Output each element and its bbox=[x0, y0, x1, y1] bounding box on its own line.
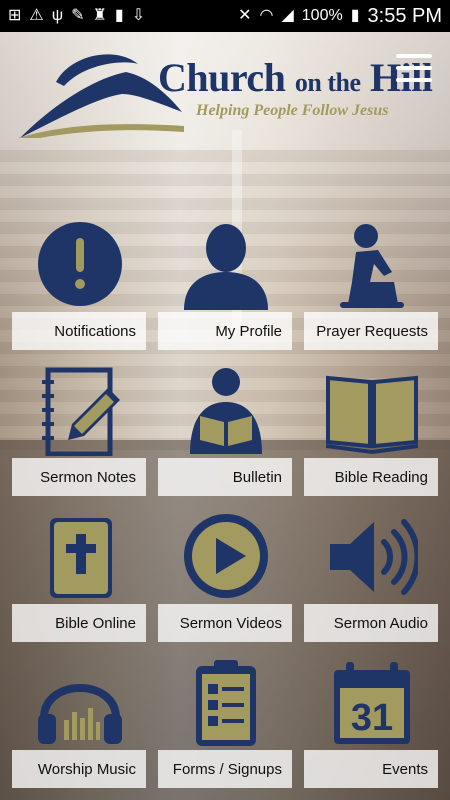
tile-sermon-audio[interactable]: Sermon Audio bbox=[304, 512, 438, 642]
bible-cross-icon bbox=[50, 518, 112, 598]
tile-worship-music[interactable]: Worship Music bbox=[12, 658, 146, 788]
warning-icon: ⚠ bbox=[29, 7, 44, 24]
keyhole-icon: ♜ bbox=[92, 7, 107, 24]
wrench-icon: ✎ bbox=[71, 7, 85, 24]
brand-tagline: Helping People Follow Jesus bbox=[196, 102, 389, 119]
hamburger-menu-button[interactable] bbox=[396, 54, 432, 82]
app-header: Church on the Hill Helping People Follow… bbox=[0, 32, 450, 147]
exclamation-circle-icon bbox=[38, 222, 122, 306]
person-icon bbox=[184, 224, 268, 310]
brand-title-onthe: on the bbox=[294, 68, 361, 97]
battery-icon: ▮ bbox=[350, 7, 360, 24]
tile-label: Sermon Notes bbox=[12, 458, 146, 496]
tile-bible-online[interactable]: Bible Online bbox=[12, 512, 146, 642]
play-circle-icon bbox=[184, 514, 268, 598]
speaker-icon bbox=[330, 519, 418, 595]
tile-label: Forms / Signups bbox=[158, 750, 292, 788]
tile-sermon-notes[interactable]: Sermon Notes bbox=[12, 366, 146, 496]
tile-label: Bible Online bbox=[12, 604, 146, 642]
tile-bulletin[interactable]: Bulletin bbox=[158, 366, 292, 496]
headphones-icon bbox=[38, 684, 122, 744]
menu-bar bbox=[396, 54, 432, 58]
notebook-pencil-icon bbox=[42, 367, 120, 456]
signal-icon: ◢ bbox=[281, 7, 294, 24]
tile-my-profile[interactable]: My Profile bbox=[158, 220, 292, 350]
wifi-icon: ◠ bbox=[259, 7, 274, 24]
status-bar: ⊞ ⚠ ψ ✎ ♜ ▮ ⇩ ✕ ◠ ◢ 100% ▮ 3:55 PM bbox=[0, 0, 450, 32]
plus-box-icon: ⊞ bbox=[8, 7, 22, 24]
tile-label: Worship Music bbox=[12, 750, 146, 788]
brand-title: Church on the Hill bbox=[158, 54, 433, 101]
tile-label: Sermon Audio bbox=[304, 604, 438, 642]
tile-label: Prayer Requests bbox=[304, 312, 438, 350]
tile-label: Notifications bbox=[12, 312, 146, 350]
tile-label: Events bbox=[304, 750, 438, 788]
tile-bible-reading[interactable]: Bible Reading bbox=[304, 366, 438, 496]
menu-bar bbox=[396, 78, 432, 82]
clock: 3:55 PM bbox=[367, 4, 442, 27]
calendar-day-text: 31 bbox=[351, 697, 393, 739]
download-icon: ⇩ bbox=[131, 7, 146, 24]
tile-label: Bulletin bbox=[158, 458, 292, 496]
sd-card-icon: ▮ bbox=[114, 7, 124, 24]
tile-label: Bible Reading bbox=[304, 458, 438, 496]
usb-icon: ψ bbox=[51, 7, 64, 24]
mute-icon: ✕ bbox=[238, 7, 252, 24]
tile-forms-signups[interactable]: Forms / Signups bbox=[158, 658, 292, 788]
open-book-icon bbox=[326, 375, 418, 455]
tile-notifications[interactable]: Notifications bbox=[12, 220, 146, 350]
battery-percent: 100% bbox=[301, 7, 343, 24]
clipboard-checklist-icon bbox=[196, 660, 256, 746]
tile-prayer-requests[interactable]: Prayer Requests bbox=[304, 220, 438, 350]
calendar-icon: 31 bbox=[334, 662, 410, 744]
person-reading-icon bbox=[190, 368, 262, 454]
brand-title-church: Church bbox=[158, 55, 286, 100]
praying-person-icon bbox=[340, 224, 404, 308]
menu-bar bbox=[396, 66, 432, 70]
tile-sermon-videos[interactable]: Sermon Videos bbox=[158, 512, 292, 642]
tile-label: My Profile bbox=[158, 312, 292, 350]
tile-label: Sermon Videos bbox=[158, 604, 292, 642]
tile-events[interactable]: 31 Events bbox=[304, 658, 438, 788]
